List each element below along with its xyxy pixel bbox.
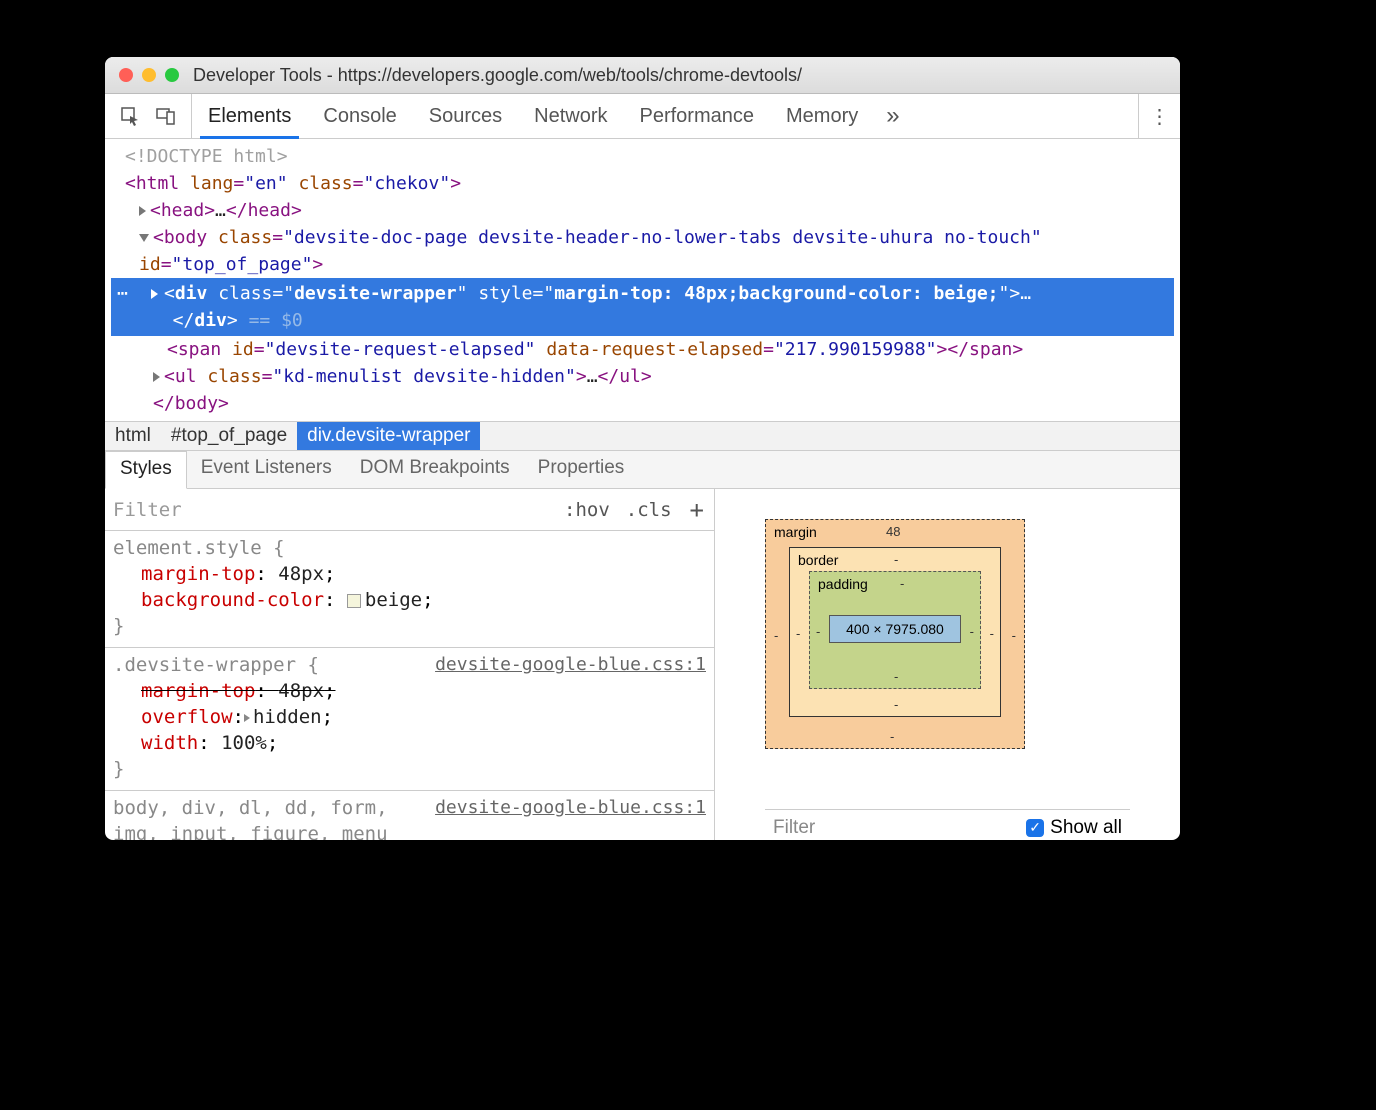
ptab-dom-bp[interactable]: DOM Breakpoints — [346, 451, 524, 488]
expand-icon[interactable] — [139, 206, 146, 216]
styles-filter-row: Filter :hov .cls + — [105, 489, 714, 531]
close-icon[interactable] — [119, 68, 133, 82]
device-toggle-icon[interactable] — [155, 105, 177, 127]
toolbar: Elements Console Sources Network Perform… — [105, 94, 1180, 139]
hov-toggle[interactable]: :hov — [556, 499, 618, 521]
span-node[interactable]: <span id="devsite-request-elapsed" data-… — [111, 336, 1174, 363]
new-rule-icon[interactable]: + — [680, 496, 714, 524]
source-link[interactable]: devsite-google-blue.css:1 — [435, 652, 706, 678]
filter-input[interactable]: Filter — [105, 499, 556, 521]
inspect-icon[interactable] — [119, 105, 141, 127]
expand-icon[interactable] — [151, 289, 158, 299]
show-all-label[interactable]: Show all — [1050, 817, 1122, 839]
lower-pane: Filter :hov .cls + element.style { margi… — [105, 489, 1180, 840]
crumb-selected[interactable]: div.devsite-wrapper — [297, 422, 480, 450]
tab-memory[interactable]: Memory — [770, 94, 874, 138]
expand-icon[interactable] — [153, 372, 160, 382]
window-title: Developer Tools - https://developers.goo… — [193, 65, 802, 86]
cls-toggle[interactable]: .cls — [618, 499, 680, 521]
box-model[interactable]: margin 48 - - - border - - - - padding -… — [765, 519, 1025, 749]
styles-column: Filter :hov .cls + element.style { margi… — [105, 489, 715, 840]
tab-elements[interactable]: Elements — [192, 94, 307, 138]
selected-node[interactable]: ⋯ <div class="devsite-wrapper" style="ma… — [111, 278, 1174, 336]
checkbox-icon[interactable]: ✓ — [1026, 819, 1044, 837]
ptab-properties[interactable]: Properties — [524, 451, 639, 488]
maximize-icon[interactable] — [165, 68, 179, 82]
titlebar: Developer Tools - https://developers.goo… — [105, 57, 1180, 94]
breadcrumb: html #top_of_page div.devsite-wrapper — [105, 421, 1180, 451]
box-model-column: margin 48 - - - border - - - - padding -… — [715, 489, 1180, 840]
ptab-styles[interactable]: Styles — [105, 451, 187, 489]
body-node[interactable]: <body class="devsite-doc-page devsite-he… — [111, 224, 1174, 251]
doctype[interactable]: <!DOCTYPE html> — [111, 143, 1174, 170]
minimize-icon[interactable] — [142, 68, 156, 82]
kebab-menu-icon[interactable]: ⋮ — [1138, 94, 1180, 138]
color-swatch-icon[interactable] — [347, 594, 361, 608]
head-node[interactable]: <head>…</head> — [111, 197, 1174, 224]
tab-network[interactable]: Network — [518, 94, 623, 138]
ptab-listeners[interactable]: Event Listeners — [187, 451, 346, 488]
dom-tree[interactable]: <!DOCTYPE html> <html lang="en" class="c… — [105, 139, 1180, 421]
body-close[interactable]: </body> — [111, 390, 1174, 417]
computed-filter: Filter ✓ Show all — [765, 809, 1130, 840]
rule-element-style[interactable]: element.style { margin-top: 48px; backgr… — [105, 531, 714, 648]
crumb-html[interactable]: html — [105, 422, 161, 450]
crumb-body[interactable]: #top_of_page — [161, 422, 297, 450]
tab-console[interactable]: Console — [307, 94, 412, 138]
main-tabs: Elements Console Sources Network Perform… — [192, 94, 912, 138]
tab-sources[interactable]: Sources — [413, 94, 518, 138]
more-tabs-icon[interactable]: » — [874, 94, 911, 138]
collapse-icon[interactable] — [139, 234, 149, 242]
devtools-window: Developer Tools - https://developers.goo… — [105, 57, 1180, 840]
tab-performance[interactable]: Performance — [624, 94, 771, 138]
ul-node[interactable]: <ul class="kd-menulist devsite-hidden">…… — [111, 363, 1174, 390]
rule-devsite-wrapper[interactable]: .devsite-wrapper {devsite-google-blue.cs… — [105, 648, 714, 791]
expand-icon[interactable] — [244, 714, 250, 722]
body-node-2[interactable]: id="top_of_page"> — [111, 251, 1174, 278]
rule-global[interactable]: body, div, dl, dd, form, img, input, fig… — [105, 791, 714, 840]
source-link[interactable]: devsite-google-blue.css:1 — [435, 795, 706, 840]
computed-filter-input[interactable]: Filter — [773, 817, 1026, 839]
html-node[interactable]: <html lang="en" class="chekov"> — [111, 170, 1174, 197]
panel-tabs: Styles Event Listeners DOM Breakpoints P… — [105, 451, 1180, 489]
traffic-lights — [105, 68, 179, 82]
